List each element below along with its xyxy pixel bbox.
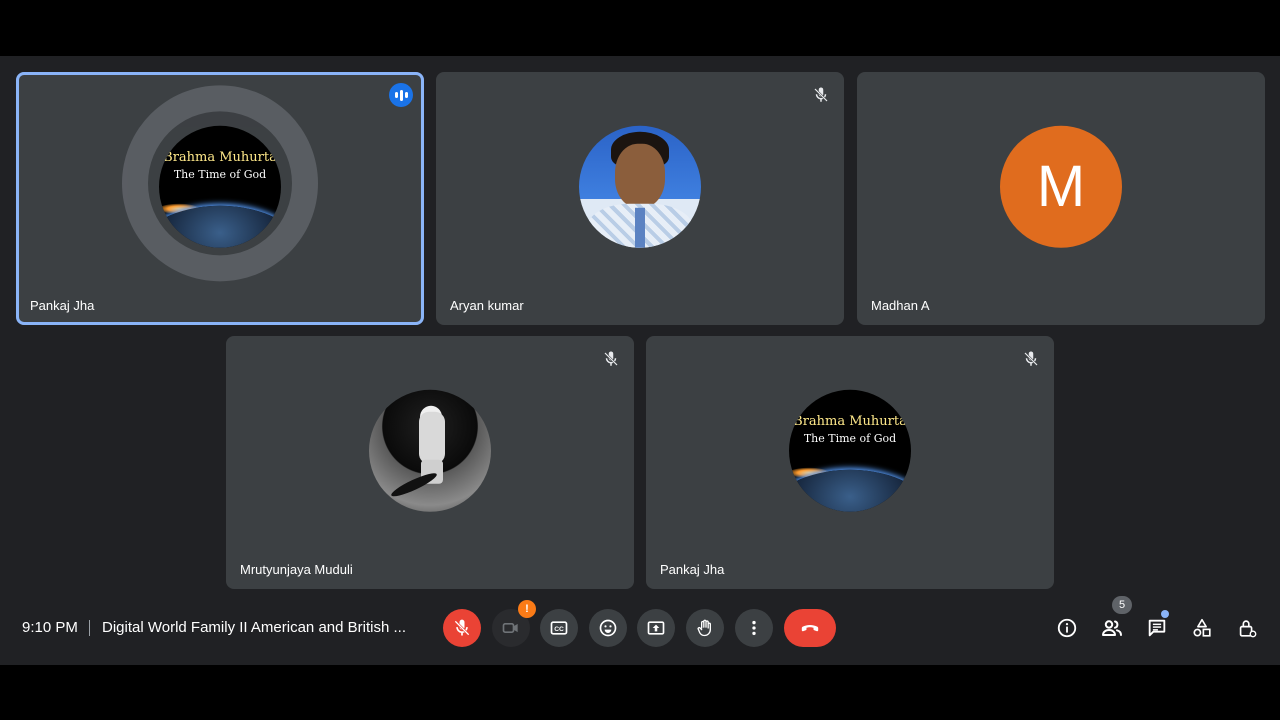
captions-icon: CC xyxy=(550,621,568,635)
mic-off-icon xyxy=(1024,351,1038,366)
raise-hand-button[interactable] xyxy=(686,609,724,647)
present-screen-button[interactable] xyxy=(637,609,675,647)
more-options-button[interactable] xyxy=(735,609,773,647)
participant-tile-aryan-kumar[interactable]: Aryan kumar xyxy=(436,72,844,325)
avatar xyxy=(579,125,701,248)
avatar-subtitle-text: The Time of God xyxy=(173,167,267,181)
chat-button[interactable] xyxy=(1144,615,1170,641)
mic-off-icon xyxy=(814,87,828,102)
meeting-title: Digital World Family II American and Bri… xyxy=(102,619,406,636)
camera-off-icon xyxy=(502,623,518,633)
meeting-stage: Brahma Muhurta The Time of God Pankaj Jh… xyxy=(0,56,1280,665)
avatar-tie xyxy=(635,207,645,248)
avatar: Brahma Muhurta The Time of God xyxy=(159,125,281,248)
more-vert-icon xyxy=(752,620,756,636)
earth-graphic xyxy=(159,205,281,248)
participant-tile-mrutyunjaya-muduli[interactable]: Mrutyunjaya Muduli xyxy=(226,336,634,589)
avatar-letter: M xyxy=(1000,125,1122,248)
svg-text:CC: CC xyxy=(554,626,564,633)
emoji-icon xyxy=(599,619,617,637)
leave-call-button[interactable] xyxy=(784,609,836,647)
avatar-title-text: Brahma Muhurta xyxy=(163,149,277,165)
astronaut-suit xyxy=(419,411,445,464)
call-end-icon xyxy=(801,625,819,632)
meeting-details-button[interactable] xyxy=(1054,615,1080,641)
people-button[interactable] xyxy=(1099,615,1125,641)
people-count-badge: 5 xyxy=(1112,596,1132,614)
host-controls-button[interactable] xyxy=(1234,615,1260,641)
mic-off-icon xyxy=(604,351,618,366)
letterbox-bottom xyxy=(0,665,1280,720)
avatar: Brahma Muhurta The Time of God xyxy=(789,389,911,512)
raise-hand-icon xyxy=(697,619,711,637)
chat-notification-dot xyxy=(1161,610,1169,618)
activities-icon xyxy=(1193,618,1211,637)
present-icon xyxy=(647,621,665,635)
control-bar: 9:10 PM Digital World Family II American… xyxy=(0,600,1280,656)
mic-off-icon xyxy=(454,619,470,636)
participant-name: Aryan kumar xyxy=(450,298,524,313)
captions-button[interactable]: CC xyxy=(540,609,578,647)
participant-tile-madhan-a[interactable]: M Madhan A xyxy=(857,72,1265,325)
host-controls-icon xyxy=(1239,620,1257,638)
emoji-reaction-button[interactable] xyxy=(589,609,627,647)
info-icon xyxy=(1057,618,1077,638)
avatar-title-text: Brahma Muhurta xyxy=(793,413,907,429)
mic-toggle-button[interactable] xyxy=(443,609,481,647)
participant-name: Mrutyunjaya Muduli xyxy=(240,562,353,577)
participant-tile-pankaj-jha[interactable]: Brahma Muhurta The Time of God Pankaj Jh… xyxy=(16,72,424,325)
people-icon xyxy=(1102,620,1122,636)
earth-graphic xyxy=(789,469,911,512)
astronaut-shadow xyxy=(389,469,439,500)
participant-name: Madhan A xyxy=(871,298,930,313)
chat-icon xyxy=(1148,619,1166,637)
avatar-subtitle-text: The Time of God xyxy=(803,431,897,445)
participant-name: Pankaj Jha xyxy=(660,562,725,577)
meeting-clock: 9:10 PM xyxy=(22,619,78,636)
speaking-indicator-icon xyxy=(389,83,413,107)
avatar xyxy=(369,389,491,512)
camera-alert-badge: ! xyxy=(518,600,536,618)
letterbox-top xyxy=(0,0,1280,56)
participant-tile-pankaj-jha-2[interactable]: Brahma Muhurta The Time of God Pankaj Jh… xyxy=(646,336,1054,589)
participant-name: Pankaj Jha xyxy=(30,298,95,313)
activities-button[interactable] xyxy=(1189,615,1215,641)
camera-toggle-button[interactable]: ! xyxy=(492,600,536,647)
avatar-face xyxy=(615,143,665,208)
divider xyxy=(89,620,90,636)
